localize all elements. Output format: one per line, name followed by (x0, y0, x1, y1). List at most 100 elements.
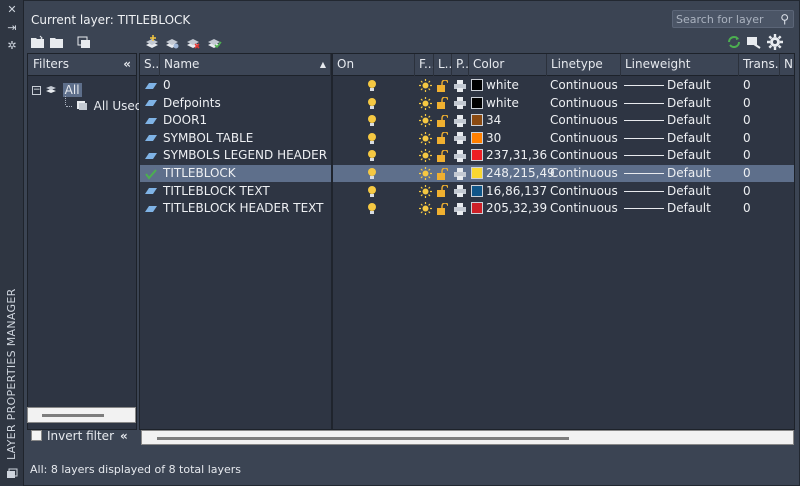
plot-printer-icon[interactable] (453, 132, 467, 145)
tree-collapse-icon[interactable]: − (32, 86, 41, 95)
new-layer-vp-frozen-button[interactable] (163, 34, 181, 50)
delete-layer-button[interactable] (184, 34, 202, 50)
layer-name[interactable]: TITLEBLOCK (163, 165, 236, 182)
invert-filter-checkbox[interactable] (31, 430, 42, 441)
color-swatch[interactable] (471, 167, 483, 179)
thaw-sun-icon[interactable] (418, 184, 432, 198)
layer-linetype[interactable]: Continuous (550, 147, 618, 164)
layer-lineweight[interactable]: Default (667, 200, 711, 217)
layer-search-box[interactable]: ⚲ (672, 10, 794, 28)
layer-transparency[interactable]: 0 (743, 95, 751, 112)
unlock-icon[interactable] (436, 97, 448, 110)
unlock-icon[interactable] (436, 185, 448, 198)
color-swatch[interactable] (471, 114, 483, 127)
search-icon[interactable]: ⚲ (780, 12, 789, 26)
layer-transparency[interactable]: 0 (743, 130, 751, 147)
color-swatch[interactable] (471, 184, 483, 197)
plot-printer-icon[interactable] (453, 167, 467, 180)
thaw-sun-icon[interactable] (418, 167, 432, 180)
color-swatch[interactable] (471, 131, 483, 144)
filter-tree-item-all[interactable]: − All (32, 83, 82, 98)
unlock-icon[interactable] (436, 132, 448, 145)
set-current-button[interactable] (205, 34, 223, 50)
layer-status-icon[interactable] (144, 114, 158, 127)
layer-lineweight[interactable]: Default (667, 147, 711, 164)
layer-linetype[interactable]: Continuous (550, 165, 618, 182)
column-header-new-vp-freeze[interactable]: N (780, 54, 794, 76)
column-header-status[interactable]: S... (140, 54, 160, 76)
column-header-lineweight[interactable]: Lineweight (621, 54, 739, 76)
column-header-freeze[interactable]: F... (415, 54, 434, 76)
color-swatch[interactable] (471, 79, 483, 91)
layer-linetype[interactable]: Continuous (550, 112, 618, 129)
layer-transparency[interactable]: 0 (743, 165, 751, 182)
collapse-filters-icon[interactable]: « (123, 54, 131, 75)
layer-color[interactable]: white (486, 95, 519, 112)
on-bulb-icon[interactable] (366, 202, 378, 215)
layer-color[interactable]: 237,31,36 (486, 147, 547, 164)
thaw-sun-icon[interactable] (418, 79, 432, 92)
color-swatch[interactable] (471, 149, 483, 162)
on-bulb-icon[interactable] (366, 97, 378, 110)
refresh-icon[interactable] (725, 34, 743, 50)
layer-row[interactable]: SYMBOLS LEGEND HEADER 237,31,36 Continuous… (140, 147, 794, 164)
filter-label-all[interactable]: All (62, 83, 82, 97)
column-header-plot[interactable]: P... (452, 54, 469, 76)
layer-status-icon[interactable] (144, 202, 158, 215)
layer-name[interactable]: DOOR1 (163, 112, 207, 129)
layer-name[interactable]: SYMBOL TABLE (163, 130, 253, 147)
layer-row[interactable]: SYMBOL TABLE 30 Continuous Default 0 (140, 130, 794, 147)
layer-lineweight[interactable]: Default (667, 112, 711, 129)
layer-color[interactable]: 205,32,39 (486, 200, 547, 217)
properties-gear-icon[interactable]: ✲ (6, 40, 18, 52)
layer-transparency[interactable]: 0 (743, 147, 751, 164)
layer-row[interactable]: TITLEBLOCK 248,215,49 Continuous Default 0 (140, 165, 794, 182)
layer-lineweight[interactable]: Default (667, 77, 711, 94)
on-bulb-icon[interactable] (366, 185, 378, 198)
collapse-filters-bottom-icon[interactable]: « (120, 429, 128, 443)
layer-transparency[interactable]: 0 (743, 112, 751, 129)
column-header-color[interactable]: Color (469, 54, 547, 76)
on-bulb-icon[interactable] (366, 132, 378, 145)
plot-printer-icon[interactable] (453, 79, 467, 92)
on-bulb-icon[interactable] (366, 114, 378, 127)
layer-row[interactable]: TITLEBLOCK TEXT 16,86,137 Continuous Defaul… (140, 183, 794, 200)
layer-color[interactable]: 248,215,49 (486, 165, 555, 182)
layer-row[interactable]: 0 white Continuous Default 0 (140, 77, 794, 94)
new-layer-button[interactable] (143, 34, 161, 50)
layer-name[interactable]: SYMBOLS LEGEND HEADER (163, 147, 327, 164)
layer-row[interactable]: DOOR1 34 Continuous Default 0 (140, 112, 794, 129)
layer-linetype[interactable]: Continuous (550, 95, 618, 112)
column-header-linetype[interactable]: Linetype (547, 54, 621, 76)
layer-linetype[interactable]: Continuous (550, 77, 618, 94)
unlock-icon[interactable] (436, 167, 448, 180)
thaw-sun-icon[interactable] (418, 131, 432, 145)
layer-states-manager-button[interactable] (75, 34, 93, 50)
unlock-icon[interactable] (436, 202, 448, 215)
layer-row[interactable]: Defpoints white Continuous Default 0 (140, 95, 794, 112)
layer-status-icon[interactable] (144, 79, 158, 92)
layer-lineweight[interactable]: Default (667, 95, 711, 112)
unlock-icon[interactable] (436, 79, 448, 92)
layer-lineweight[interactable]: Default (667, 130, 711, 147)
color-swatch[interactable] (471, 96, 483, 109)
layer-name[interactable]: TITLEBLOCK TEXT (163, 183, 270, 200)
layer-color[interactable]: white (486, 77, 519, 94)
thaw-sun-icon[interactable] (418, 149, 432, 163)
on-bulb-icon[interactable] (366, 79, 378, 92)
filters-horizontal-scrollbar[interactable] (27, 407, 136, 423)
column-header-on[interactable]: On (333, 54, 415, 76)
layer-status-icon[interactable] (144, 149, 158, 162)
layer-translator-icon[interactable] (745, 34, 763, 50)
plot-printer-icon[interactable] (453, 97, 467, 110)
layer-status-icon[interactable] (144, 97, 158, 110)
plot-printer-icon[interactable] (453, 202, 467, 215)
unlock-icon[interactable] (436, 114, 448, 127)
layer-status-icon[interactable] (144, 132, 158, 145)
thaw-sun-icon[interactable] (418, 202, 432, 216)
layer-color[interactable]: 30 (486, 130, 501, 147)
layer-lineweight[interactable]: Default (667, 183, 711, 200)
layer-row[interactable]: TITLEBLOCK HEADER TEXT 205,32,39 Continuou… (140, 200, 794, 217)
color-swatch[interactable] (471, 202, 483, 215)
auto-hide-icon[interactable]: ⇥ (6, 22, 18, 34)
